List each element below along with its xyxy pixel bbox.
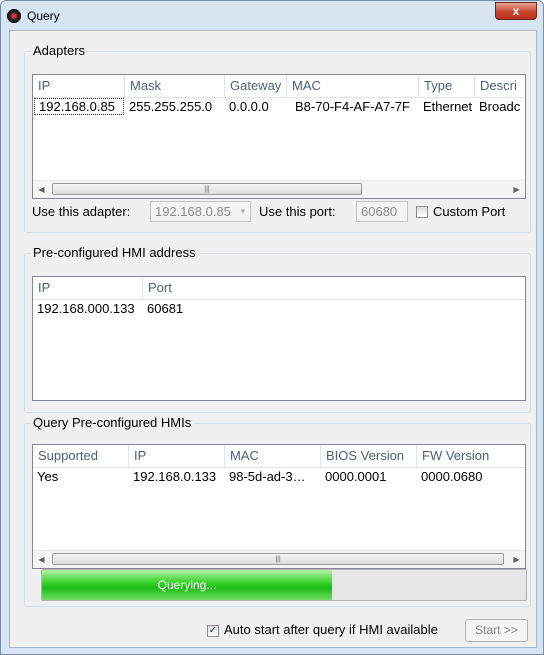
query-group-title: Query Pre-configured HMIs: [31, 415, 194, 430]
query-fw-version: 0000.0680: [421, 469, 483, 484]
adapters-col-ip[interactable]: IP: [33, 75, 125, 97]
query-col-supported[interactable]: Supported: [33, 445, 129, 467]
query-col-mac[interactable]: MAC: [225, 445, 321, 467]
dialog-client-area: Adapters IP Mask Gateway MAC Type Descri…: [9, 30, 537, 648]
port-field[interactable]: 60680: [356, 201, 408, 222]
preconfigured-ip: 192.168.000.133: [37, 301, 135, 316]
table-row[interactable]: Yes 192.168.0.133 98-5d-ad-3… 0000.0001 …: [33, 468, 525, 485]
query-window: Query x Adapters IP Mask Gateway MAC Typ…: [0, 0, 544, 655]
query-bios-version: 0000.0001: [325, 469, 387, 484]
preconfigured-list[interactable]: IP Port 192.168.000.133 60681: [32, 276, 526, 401]
adapter-mask: 255.255.255.0: [129, 99, 213, 114]
scroll-left-arrow-icon[interactable]: ◀: [33, 551, 50, 568]
adapters-group: Adapters IP Mask Gateway MAC Type Descri…: [24, 43, 531, 233]
scroll-right-arrow-icon[interactable]: ▶: [508, 551, 525, 568]
close-button[interactable]: x: [495, 2, 537, 20]
start-button[interactable]: Start >>: [465, 619, 528, 642]
adapter-type: Ethernet: [423, 99, 473, 114]
title-bar: Query x: [1, 1, 543, 31]
app-icon: [7, 9, 21, 23]
query-results-list[interactable]: Supported IP MAC BIOS Version FW Version…: [32, 444, 526, 569]
adapters-col-mac[interactable]: MAC: [287, 75, 419, 97]
query-list-header: Supported IP MAC BIOS Version FW Version: [33, 445, 525, 468]
adapters-col-type[interactable]: Type: [419, 75, 475, 97]
auto-start-label: Auto start after query if HMI available: [224, 622, 438, 637]
query-ip: 192.168.0.133: [133, 469, 217, 484]
adapter-description: Broadc: [479, 99, 521, 114]
adapters-col-mask[interactable]: Mask: [125, 75, 225, 97]
adapter-select-value: 192.168.0.85: [155, 204, 231, 219]
window-title: Query: [27, 9, 60, 23]
custom-port-label: Custom Port: [433, 204, 506, 219]
use-port-label: Use this port:: [259, 204, 336, 219]
preconfigured-port: 60681: [147, 301, 184, 316]
query-col-bios-version[interactable]: BIOS Version: [321, 445, 417, 467]
adapter-select[interactable]: 192.168.0.85 ▼: [150, 201, 251, 222]
scrollbar-thumb[interactable]: |||: [52, 183, 362, 195]
query-progress-bar: Querying...: [41, 569, 527, 601]
adapter-mac: B8-70-F4-AF-A7-7F: [295, 99, 410, 114]
query-supported: Yes: [37, 469, 59, 484]
adapters-col-gateway[interactable]: Gateway: [225, 75, 287, 97]
progress-label: Querying...: [157, 578, 217, 592]
grip-icon: |||: [275, 556, 281, 563]
query-col-ip[interactable]: IP: [129, 445, 225, 467]
scrollbar-thumb[interactable]: |||: [52, 553, 504, 565]
adapters-group-title: Adapters: [31, 43, 88, 58]
adapters-col-description[interactable]: Descri: [475, 75, 525, 97]
adapters-list-header: IP Mask Gateway MAC Type Descri: [33, 75, 525, 98]
query-horizontal-scrollbar[interactable]: ◀ ||| ▶: [33, 550, 525, 568]
auto-start-checkbox[interactable]: ✓: [207, 625, 219, 637]
preconfigured-col-ip[interactable]: IP: [33, 277, 143, 299]
preconfigured-list-header: IP Port: [33, 277, 525, 300]
preconfigured-col-port[interactable]: Port: [143, 277, 525, 299]
scroll-left-arrow-icon[interactable]: ◀: [33, 181, 50, 198]
adapter-gateway: 0.0.0.0: [229, 99, 269, 114]
preconfigured-group-title: Pre-configured HMI address: [31, 245, 198, 260]
scroll-right-arrow-icon[interactable]: ▶: [508, 181, 525, 198]
use-adapter-label: Use this adapter:: [32, 204, 131, 219]
chevron-down-icon: ▼: [239, 207, 247, 216]
query-mac: 98-5d-ad-3…: [229, 469, 306, 484]
query-col-fw-version[interactable]: FW Version: [417, 445, 525, 467]
adapter-ip: 192.168.0.85: [34, 98, 124, 115]
adapters-horizontal-scrollbar[interactable]: ◀ ||| ▶: [33, 180, 525, 198]
custom-port-checkbox[interactable]: [416, 206, 428, 218]
preconfigured-hmi-group: Pre-configured HMI address IP Port 192.1…: [24, 245, 531, 413]
port-field-value: 60680: [361, 204, 398, 219]
table-row[interactable]: 192.168.0.85 255.255.255.0 0.0.0.0 B8-70…: [33, 98, 525, 115]
adapters-list[interactable]: IP Mask Gateway MAC Type Descri 192.168.…: [32, 74, 526, 199]
table-row[interactable]: 192.168.000.133 60681: [33, 300, 525, 317]
grip-icon: |||: [204, 186, 210, 193]
